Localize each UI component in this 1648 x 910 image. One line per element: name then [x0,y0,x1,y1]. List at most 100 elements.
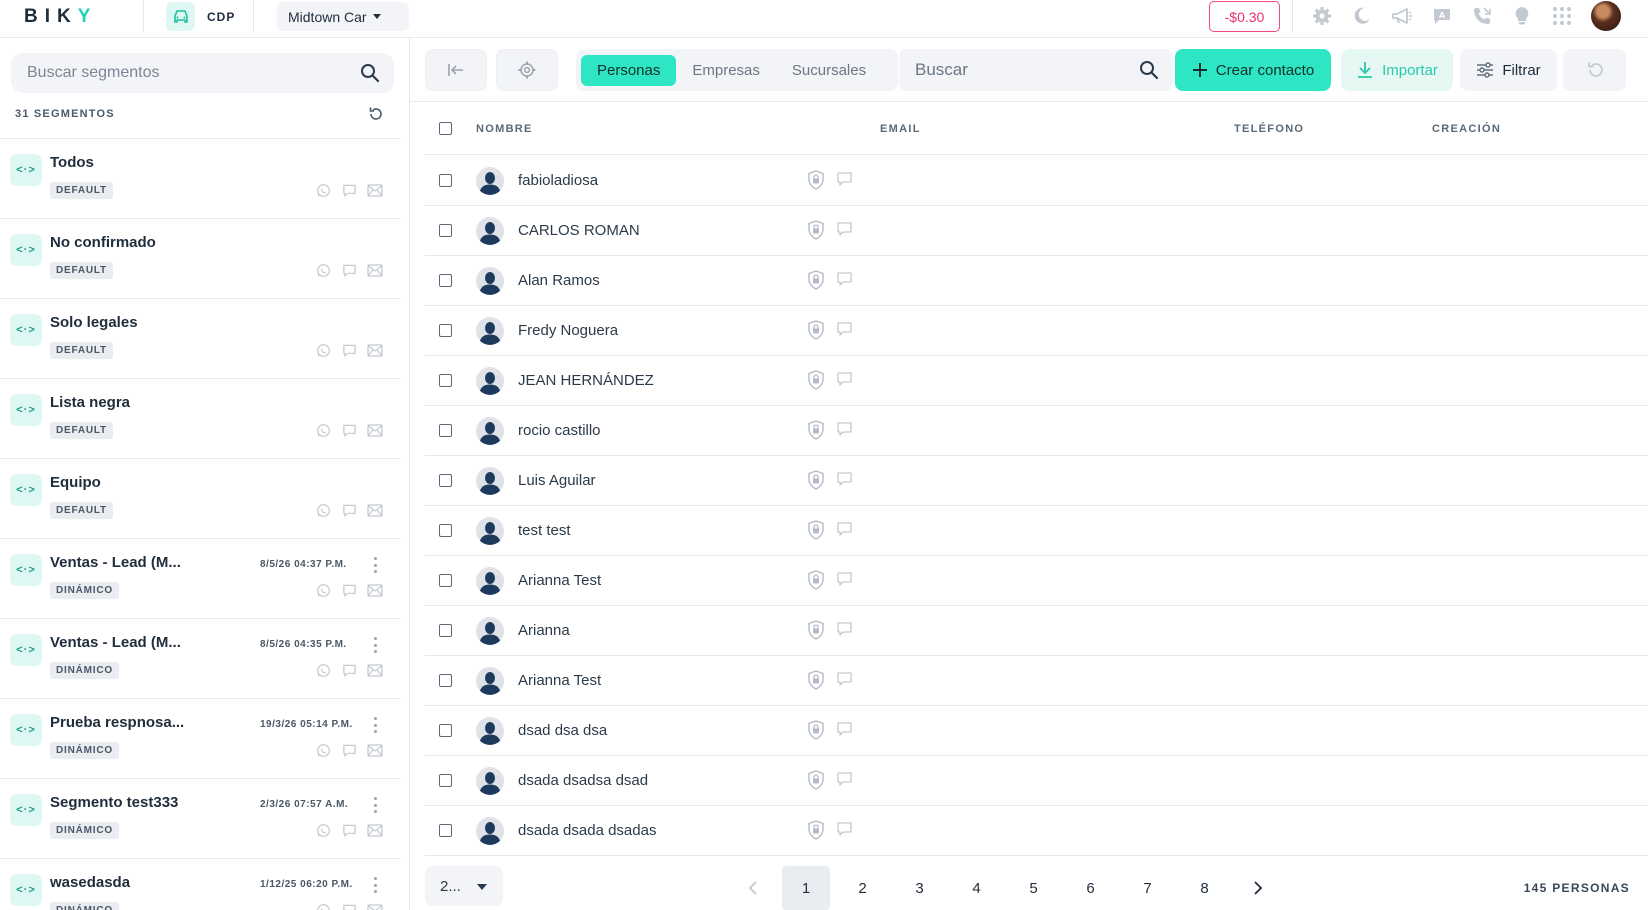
privacy-shield-icon[interactable] [807,570,825,595]
chat-letter-icon[interactable]: A [1431,5,1453,27]
privacy-shield-icon[interactable] [807,720,825,745]
moon-icon[interactable] [1351,5,1373,27]
chat-icon[interactable] [836,171,853,192]
contact-name[interactable]: test test [518,522,571,539]
table-row[interactable]: Luis Aguilar [425,456,1648,506]
segment-item[interactable]: <·> Todos DEFAULT [0,139,401,219]
table-row[interactable]: Arianna [425,606,1648,656]
contact-name[interactable]: Arianna Test [518,572,601,589]
lightbulb-icon[interactable] [1511,5,1533,27]
more-vertical-icon[interactable] [371,557,379,573]
tab-sucursales[interactable]: Sucursales [776,55,882,86]
page-1-button[interactable]: 1 [782,866,830,910]
search-icon[interactable] [360,63,380,88]
privacy-shield-icon[interactable] [807,220,825,245]
prev-page-button[interactable] [728,866,778,910]
chat-icon[interactable] [836,371,853,392]
chat-icon[interactable] [836,771,853,792]
table-row[interactable]: fabioladiosa [425,156,1648,206]
privacy-shield-icon[interactable] [807,620,825,645]
chat-icon[interactable] [836,421,853,442]
contact-name[interactable]: dsada dsada dsadas [518,822,656,839]
chat-icon[interactable] [836,321,853,342]
chat-icon[interactable] [836,271,853,292]
table-row[interactable]: Arianna Test [425,656,1648,706]
select-all-checkbox[interactable] [439,122,452,135]
table-row[interactable]: JEAN HERNÁNDEZ [425,356,1648,406]
settings-icon[interactable] [1311,5,1333,27]
phone-icon[interactable] [1471,5,1493,27]
segment-search-input[interactable] [27,64,347,82]
page-8-button[interactable]: 8 [1176,866,1233,910]
row-checkbox[interactable] [439,524,452,537]
privacy-shield-icon[interactable] [807,470,825,495]
tab-empresas[interactable]: Empresas [676,55,776,86]
page-5-button[interactable]: 5 [1005,866,1062,910]
page-size-select[interactable]: 2... [425,866,503,906]
chat-icon[interactable] [836,721,853,742]
column-telefono[interactable]: TELÉFONO [1234,123,1304,135]
account-select[interactable]: Midtown Car [277,2,409,31]
next-page-button[interactable] [1233,866,1283,910]
segment-item[interactable]: <·> Segmento test333 DINÁMICO 2/3/26 07:57 … [0,779,401,859]
table-row[interactable]: CARLOS ROMAN [425,206,1648,256]
create-contact-button[interactable]: Crear contacto [1175,49,1331,91]
chat-icon[interactable] [836,471,853,492]
row-checkbox[interactable] [439,824,452,837]
row-checkbox[interactable] [439,274,452,287]
segment-item[interactable]: <·> wasedasda DINÁMICO 1/12/25 06:20 P.M. [0,859,401,910]
table-row[interactable]: Fredy Noguera [425,306,1648,356]
row-checkbox[interactable] [439,674,452,687]
chat-icon[interactable] [836,621,853,642]
contact-name[interactable]: dsad dsa dsa [518,722,607,739]
row-checkbox[interactable] [439,424,452,437]
privacy-shield-icon[interactable] [807,370,825,395]
refresh-icon[interactable] [368,106,386,124]
contact-name[interactable]: Fredy Noguera [518,322,618,339]
row-checkbox[interactable] [439,724,452,737]
chat-icon[interactable] [836,571,853,592]
table-row[interactable]: dsada dsadsa dsad [425,756,1648,806]
privacy-shield-icon[interactable] [807,320,825,345]
row-checkbox[interactable] [439,624,452,637]
contact-name[interactable]: JEAN HERNÁNDEZ [518,372,654,389]
page-4-button[interactable]: 4 [948,866,1005,910]
privacy-shield-icon[interactable] [807,170,825,195]
collapse-sidebar-button[interactable] [425,49,487,91]
privacy-shield-icon[interactable] [807,420,825,445]
page-3-button[interactable]: 3 [891,866,948,910]
contact-search-input[interactable] [915,60,1125,80]
car-icon[interactable] [166,2,195,31]
column-nombre[interactable]: NOMBRE [476,123,533,135]
privacy-shield-icon[interactable] [807,670,825,695]
chat-icon[interactable] [836,221,853,242]
more-vertical-icon[interactable] [371,877,379,893]
contact-name[interactable]: fabioladiosa [518,172,598,189]
segment-item[interactable]: <·> Equipo DEFAULT [0,459,401,539]
page-2-button[interactable]: 2 [834,866,891,910]
contact-name[interactable]: Arianna [518,622,570,639]
row-checkbox[interactable] [439,174,452,187]
row-checkbox[interactable] [439,324,452,337]
table-row[interactable]: Alan Ramos [425,256,1648,306]
segment-item[interactable]: <·> Lista negra DEFAULT [0,379,401,459]
table-row[interactable]: rocio castillo [425,406,1648,456]
row-checkbox[interactable] [439,374,452,387]
privacy-shield-icon[interactable] [807,520,825,545]
page-6-button[interactable]: 6 [1062,866,1119,910]
segment-item[interactable]: <·> Ventas - Lead (M... DINÁMICO 8/5/26 04:… [0,619,401,699]
apps-grid-icon[interactable] [1551,5,1573,27]
row-checkbox[interactable] [439,774,452,787]
row-checkbox[interactable] [439,474,452,487]
chat-icon[interactable] [836,521,853,542]
row-checkbox[interactable] [439,574,452,587]
contact-name[interactable]: Arianna Test [518,672,601,689]
privacy-shield-icon[interactable] [807,770,825,795]
chat-icon[interactable] [836,821,853,842]
balance-badge[interactable]: -$0.30 [1209,1,1280,32]
contact-name[interactable]: Luis Aguilar [518,472,596,489]
tab-personas[interactable]: Personas [581,54,677,86]
import-button[interactable]: Importar [1341,49,1453,91]
segment-item[interactable]: <·> Solo legales DEFAULT [0,299,401,379]
chat-icon[interactable] [836,671,853,692]
